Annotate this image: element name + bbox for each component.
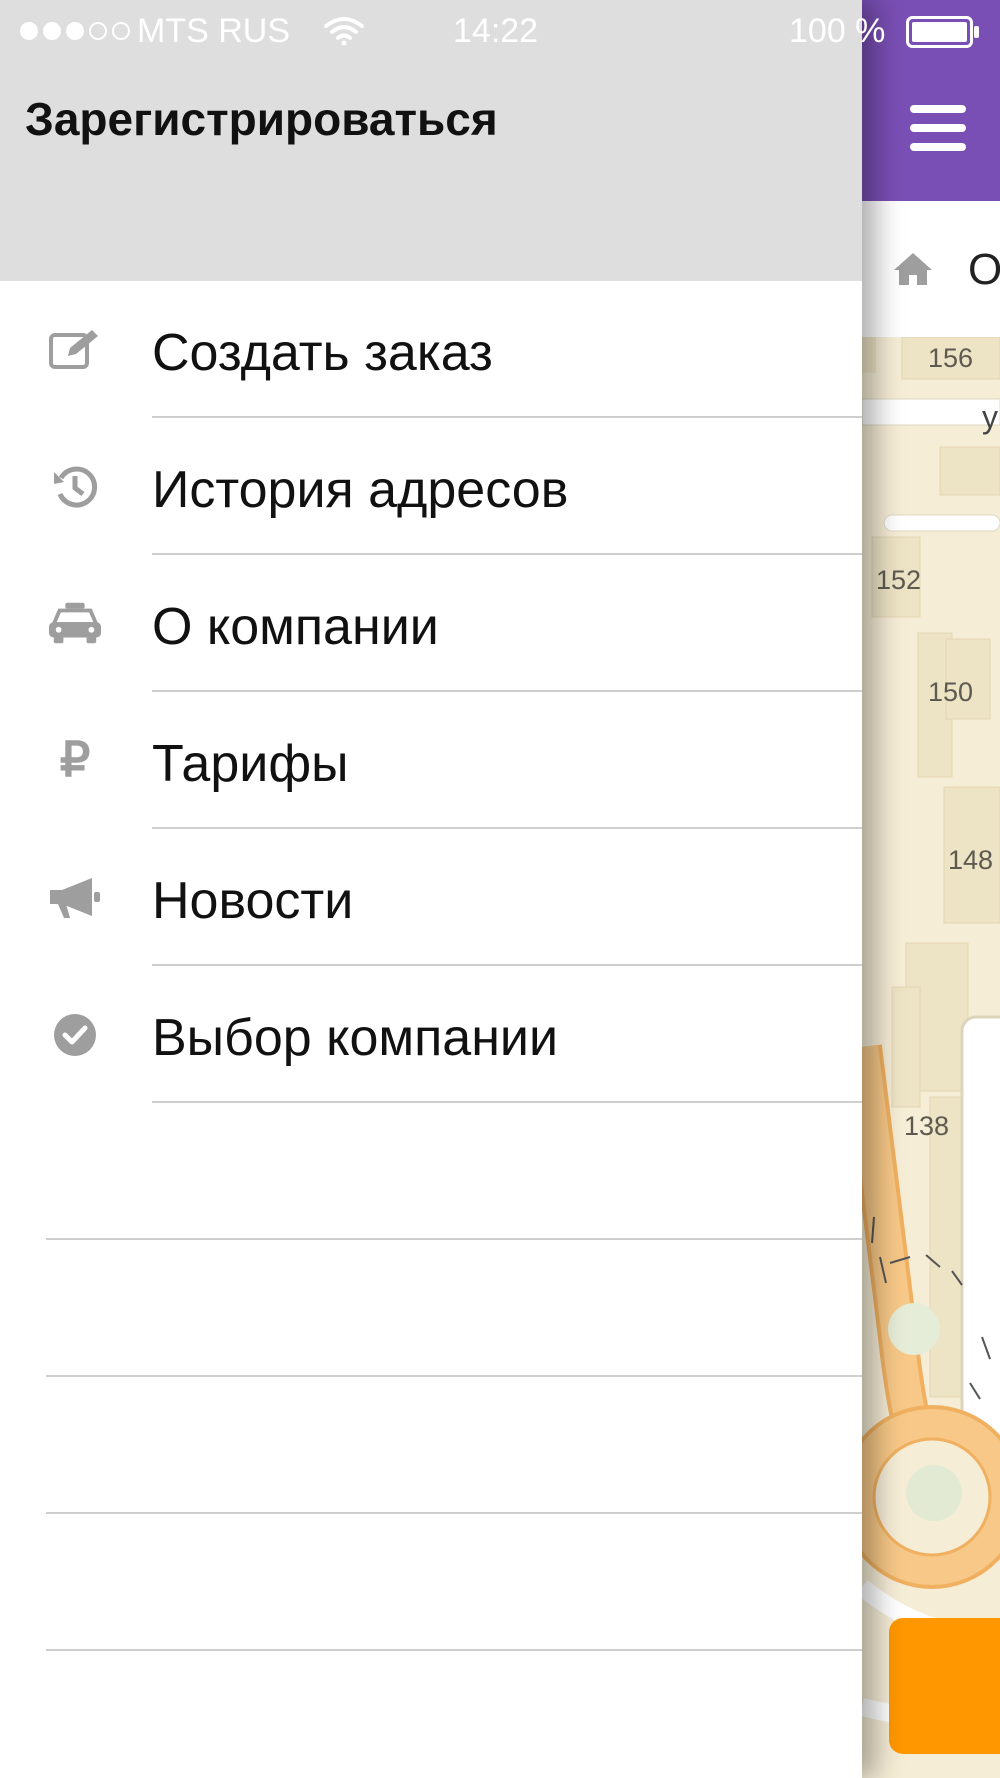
- ruble-glyph: ₽: [59, 734, 91, 787]
- main-app-peek: О 156 у 152 150 148 138: [862, 0, 1000, 1778]
- map-label-150: 150: [928, 677, 974, 707]
- empty-row: [0, 1240, 862, 1377]
- taxi-icon: [48, 599, 102, 649]
- menu-item-choose-company[interactable]: Выбор компании: [0, 966, 862, 1103]
- menu-toggle-button[interactable]: [910, 105, 966, 151]
- menu-item-address-history[interactable]: История адресов: [0, 418, 862, 555]
- status-bar: MTS RUS 14:22 100 %: [0, 0, 1000, 64]
- check-circle-icon: [48, 1010, 102, 1060]
- carrier-name: MTS RUS: [137, 12, 290, 50]
- menu-item-create-order[interactable]: Создать заказ: [0, 281, 862, 418]
- menu-item-label: Тарифы: [152, 735, 349, 793]
- empty-row: [0, 1377, 862, 1514]
- register-link[interactable]: Зарегистрироваться: [25, 92, 498, 146]
- menu-item-tariffs[interactable]: ₽ Тарифы: [0, 692, 862, 829]
- empty-row: [0, 1103, 862, 1240]
- ruble-icon: ₽: [48, 736, 102, 786]
- map-street-label: у: [982, 399, 998, 435]
- drawer-menu: Создать заказ История адресов О компании…: [0, 281, 862, 1651]
- side-drawer: Зарегистрироваться Создать заказ История…: [0, 0, 862, 1778]
- map-drawing: [862, 337, 1000, 1730]
- megaphone-icon: [48, 873, 102, 923]
- menu-item-about-company[interactable]: О компании: [0, 555, 862, 692]
- empty-row: [0, 1514, 862, 1651]
- battery-icon: [906, 16, 979, 48]
- screen: MTS RUS 14:22 100 % О 156 у 152 150 148 …: [0, 0, 1000, 1778]
- menu-item-label: Создать заказ: [152, 324, 493, 382]
- menu-item-news[interactable]: Новости: [0, 829, 862, 966]
- menu-item-label: История адресов: [152, 461, 569, 519]
- map-label-152: 152: [876, 565, 922, 595]
- map-label-138: 138: [904, 1111, 950, 1141]
- home-icon: [894, 253, 932, 285]
- map[interactable]: 156 у 152 150 148 138: [862, 337, 1000, 1778]
- map-label-148: 148: [948, 845, 994, 875]
- divider: [46, 1649, 862, 1651]
- address-text: О: [968, 245, 1000, 294]
- address-bar[interactable]: О: [862, 201, 1000, 337]
- signal-strength-icon: [20, 22, 130, 40]
- menu-item-label: Новости: [152, 872, 354, 930]
- clock: 14:22: [453, 12, 539, 50]
- edit-icon: [48, 325, 102, 375]
- history-icon: [48, 462, 102, 512]
- order-button[interactable]: [889, 1618, 1000, 1754]
- menu-item-label: О компании: [152, 598, 439, 656]
- battery-percentage: 100 %: [789, 12, 886, 50]
- menu-item-label: Выбор компании: [152, 1009, 559, 1067]
- wifi-icon: [324, 17, 364, 46]
- map-label-156: 156: [928, 343, 974, 373]
